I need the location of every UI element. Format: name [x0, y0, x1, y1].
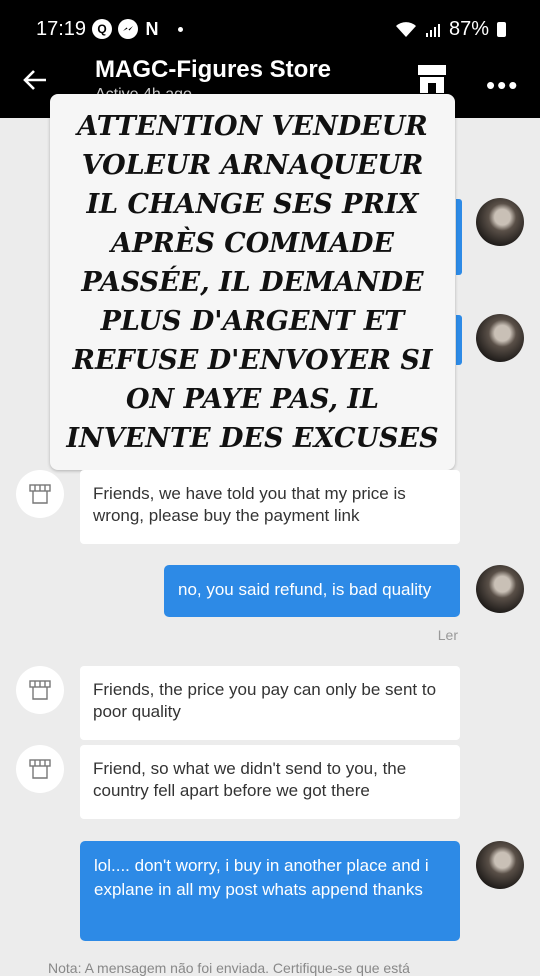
clock: 17:19: [36, 18, 87, 40]
q-app-icon: Q: [92, 19, 112, 39]
notification-icons: Q N: [92, 19, 183, 39]
store-icon: [29, 680, 51, 700]
message-text: lol.... don't worry, i buy in another pl…: [94, 856, 429, 899]
message-text: Friends, we have told you that my price …: [93, 484, 406, 525]
more-notifications-dot: [178, 26, 183, 32]
user-avatar[interactable]: [476, 841, 524, 889]
send-failed-note: Nota: A mensagem não foi enviada. Certif…: [48, 960, 410, 976]
message-text: Friend, so what we didn't send to you, t…: [93, 759, 407, 800]
battery-icon: [497, 22, 506, 37]
shop-avatar[interactable]: [16, 745, 64, 793]
system-icons: 87%: [395, 18, 506, 41]
battery-percent: 87%: [448, 18, 489, 40]
signal-icon: [425, 23, 440, 37]
user-avatar[interactable]: [476, 314, 524, 362]
messenger-icon: [118, 19, 138, 39]
shop-avatar[interactable]: [16, 470, 64, 518]
status-bar: 17:19 Q N 87%: [0, 0, 540, 56]
message-bubble-sent: no, you said refund, is bad quality: [164, 565, 460, 617]
hidden-message-edge: [456, 199, 462, 275]
read-receipt: Ler: [437, 627, 458, 643]
user-avatar[interactable]: [476, 565, 524, 613]
message-bubble-received: Friends, the price you pay can only be s…: [80, 666, 460, 740]
user-avatar[interactable]: [476, 198, 524, 246]
back-arrow-icon[interactable]: [22, 66, 48, 100]
message-text: no, you said refund, is bad quality: [178, 580, 432, 599]
hidden-message-edge: [456, 315, 462, 365]
message-bubble-sent: lol.... don't worry, i buy in another pl…: [80, 841, 460, 941]
store-name[interactable]: MAGC-Figures Store: [95, 56, 331, 84]
message-bubble-received: Friend, so what we didn't send to you, t…: [80, 745, 460, 819]
netflix-icon: N: [145, 18, 159, 39]
wifi-icon: [395, 21, 416, 37]
message-text: Friends, the price you pay can only be s…: [93, 680, 437, 721]
warning-overlay: ATTENTION VENDEUR VOLEUR ARNAQUEUR IL CH…: [50, 94, 455, 470]
store-icon[interactable]: [416, 65, 448, 93]
shop-avatar[interactable]: [16, 666, 64, 714]
message-bubble-received: Friends, we have told you that my price …: [80, 470, 460, 544]
store-icon: [29, 484, 51, 504]
warning-text: ATTENTION VENDEUR VOLEUR ARNAQUEUR IL CH…: [66, 110, 439, 454]
more-options-icon[interactable]: •••: [486, 70, 519, 101]
store-icon: [29, 759, 51, 779]
